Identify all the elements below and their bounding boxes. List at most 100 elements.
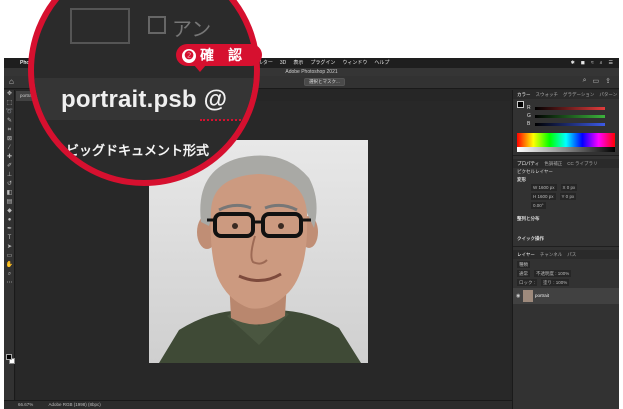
- tab-gradients[interactable]: グラデーション: [563, 90, 594, 99]
- status-bar: 66.67% Adobe RGB (1998) (8bpc): [4, 400, 512, 409]
- search-icon[interactable]: ⌕: [583, 77, 587, 85]
- panel-divider: [513, 155, 619, 156]
- tab-paths[interactable]: パス: [567, 250, 576, 259]
- y-field[interactable]: Y 0 px: [559, 193, 577, 200]
- align-section-title[interactable]: 整列と分布: [513, 215, 619, 223]
- home-icon[interactable]: ⌂: [9, 77, 14, 86]
- tab-adjustments[interactable]: 色調補正: [544, 159, 562, 168]
- layer-filter-row: 種類: [513, 261, 619, 268]
- badge-number: ❷: [182, 49, 196, 63]
- tools-panel: ✥ ⬚ ➰ ✎ ⌗ ⊠ ⁄ ✚ ✐ ⊥ ↺ ◧ ▤ ◆ ● ✒ T ➤ ▭ ✋ …: [4, 90, 15, 400]
- blue-slider-track[interactable]: [535, 123, 605, 126]
- eyedropper-tool-icon[interactable]: ⁄: [4, 144, 15, 153]
- transform-section-title[interactable]: 変形: [513, 176, 619, 184]
- width-field[interactable]: W 1600 px: [531, 184, 557, 191]
- marquee-tool-icon[interactable]: ⬚: [4, 99, 15, 108]
- wifi-icon[interactable]: ≈: [591, 58, 594, 68]
- transform-row-angle: 0.00°: [513, 202, 619, 209]
- quick-actions-title[interactable]: クイック操作: [513, 235, 619, 243]
- menu-plugins[interactable]: プラグイン: [310, 58, 335, 68]
- hand-tool-icon[interactable]: ✋: [4, 261, 15, 270]
- zoom-tool-icon[interactable]: ⌕: [4, 270, 15, 279]
- history-brush-tool-icon[interactable]: ↺: [4, 180, 15, 189]
- blend-row: 通常 不透明度 : 100%: [513, 270, 619, 277]
- tab-swatches[interactable]: スウォッチ: [536, 90, 559, 99]
- color-panel-tabs: カラー スウォッチ グラデーション パターン: [513, 90, 619, 99]
- color-spectrum-shades[interactable]: [517, 147, 615, 152]
- pen-tool-icon[interactable]: ✒: [4, 225, 15, 234]
- control-center-icon[interactable]: ☰: [609, 58, 613, 68]
- menu-list: フィルター 3D 表示 プラグイン ウィンドウ ヘルプ: [248, 58, 389, 68]
- tab-patterns[interactable]: パターン: [599, 90, 617, 99]
- type-tool-icon[interactable]: T: [4, 234, 15, 243]
- foreground-color-swatch[interactable]: [6, 354, 12, 360]
- tab-layers[interactable]: レイヤー: [517, 250, 535, 259]
- move-tool-icon[interactable]: ✥: [4, 90, 15, 99]
- confirm-badge: ❷ 確 認: [176, 44, 262, 72]
- creative-cloud-icon[interactable]: ✱: [571, 58, 575, 68]
- tab-channels[interactable]: チャンネル: [540, 250, 562, 259]
- color-profile: Adobe RGB (1998) (8bpc): [48, 402, 101, 407]
- tab-properties[interactable]: プロパティ: [517, 159, 539, 168]
- layer-row[interactable]: ◉ portrait: [513, 288, 619, 304]
- lock-label: ロック :: [517, 279, 538, 286]
- frame-tool-icon[interactable]: ⊠: [4, 135, 15, 144]
- badge-text: 確 認: [200, 47, 242, 63]
- workspace-icon[interactable]: ▭: [593, 77, 600, 85]
- tab-cc-libraries[interactable]: CC ライブラリ: [567, 159, 597, 168]
- opacity-field[interactable]: 不透明度 : 100%: [534, 270, 572, 277]
- menu-view[interactable]: 表示: [293, 58, 303, 68]
- x-field[interactable]: X 0 px: [560, 184, 578, 191]
- blend-mode-select[interactable]: 通常: [517, 270, 530, 277]
- zoom-level[interactable]: 66.67%: [18, 402, 33, 407]
- angle-field[interactable]: 0.00°: [531, 202, 546, 209]
- layer-filter-select[interactable]: 種類: [517, 261, 530, 268]
- gradient-tool-icon[interactable]: ▤: [4, 198, 15, 207]
- fill-field[interactable]: 塗り : 100%: [541, 279, 570, 286]
- red-slider[interactable]: R: [527, 105, 605, 113]
- filename-extension-underline: [200, 119, 252, 121]
- tab-color[interactable]: カラー: [517, 90, 531, 99]
- eraser-tool-icon[interactable]: ◧: [4, 189, 15, 198]
- eye-icon[interactable]: ◉: [516, 288, 520, 304]
- path-select-tool-icon[interactable]: ➤: [4, 243, 15, 252]
- color-swatch-pair[interactable]: [517, 101, 524, 108]
- green-slider-label: G: [527, 113, 531, 119]
- green-slider[interactable]: G: [527, 113, 605, 121]
- search-icon[interactable]: ⌕: [600, 58, 603, 68]
- faint-ui-text: アン: [172, 19, 212, 41]
- right-panels: カラー スウォッチ グラデーション パターン R G B プロパティ 色調補正 …: [512, 90, 619, 409]
- crop-tool-icon[interactable]: ⌗: [4, 126, 15, 135]
- properties-panel-tabs: プロパティ 色調補正 CC ライブラリ: [513, 159, 619, 168]
- lasso-tool-icon[interactable]: ➰: [4, 108, 15, 117]
- color-spectrum[interactable]: [517, 133, 615, 147]
- more-tools-icon[interactable]: ⋯: [4, 279, 15, 288]
- dodge-tool-icon[interactable]: ●: [4, 216, 15, 225]
- height-field[interactable]: H 1600 px: [531, 193, 556, 200]
- blur-tool-icon[interactable]: ◆: [4, 207, 15, 216]
- blue-slider[interactable]: B: [527, 121, 605, 129]
- select-and-mask-button[interactable]: 選択とマスク...: [304, 78, 345, 86]
- faint-checkbox: [148, 16, 166, 34]
- shape-tool-icon[interactable]: ▭: [4, 252, 15, 261]
- brush-tool-icon[interactable]: ✐: [4, 162, 15, 171]
- lock-row: ロック : 塗り : 100%: [513, 279, 619, 286]
- layers-panel-tabs: レイヤー チャンネル パス: [513, 250, 619, 259]
- layer-name[interactable]: portrait: [535, 293, 549, 298]
- zoomed-filename: portrait.psb @: [61, 86, 228, 113]
- quick-select-tool-icon[interactable]: ✎: [4, 117, 15, 126]
- options-right-icons: ⌕ ▭ ⇪: [583, 77, 611, 85]
- healing-tool-icon[interactable]: ✚: [4, 153, 15, 162]
- menu-3d[interactable]: 3D: [280, 58, 286, 68]
- menu-window[interactable]: ウィンドウ: [342, 58, 367, 68]
- menu-help[interactable]: ヘルプ: [374, 58, 389, 68]
- blue-slider-label: B: [527, 121, 531, 127]
- stamp-tool-icon[interactable]: ⊥: [4, 171, 15, 180]
- faint-ui-box: [70, 8, 130, 44]
- share-icon[interactable]: ⇪: [605, 77, 611, 85]
- green-slider-track[interactable]: [535, 115, 605, 118]
- transform-row-width: W 1600 px X 0 px: [513, 184, 619, 191]
- extension-icon[interactable]: ◼: [581, 58, 585, 68]
- menu-status-icons: ✱ ◼ ≈ ⌕ ☰: [571, 58, 613, 68]
- red-slider-track[interactable]: [535, 107, 605, 110]
